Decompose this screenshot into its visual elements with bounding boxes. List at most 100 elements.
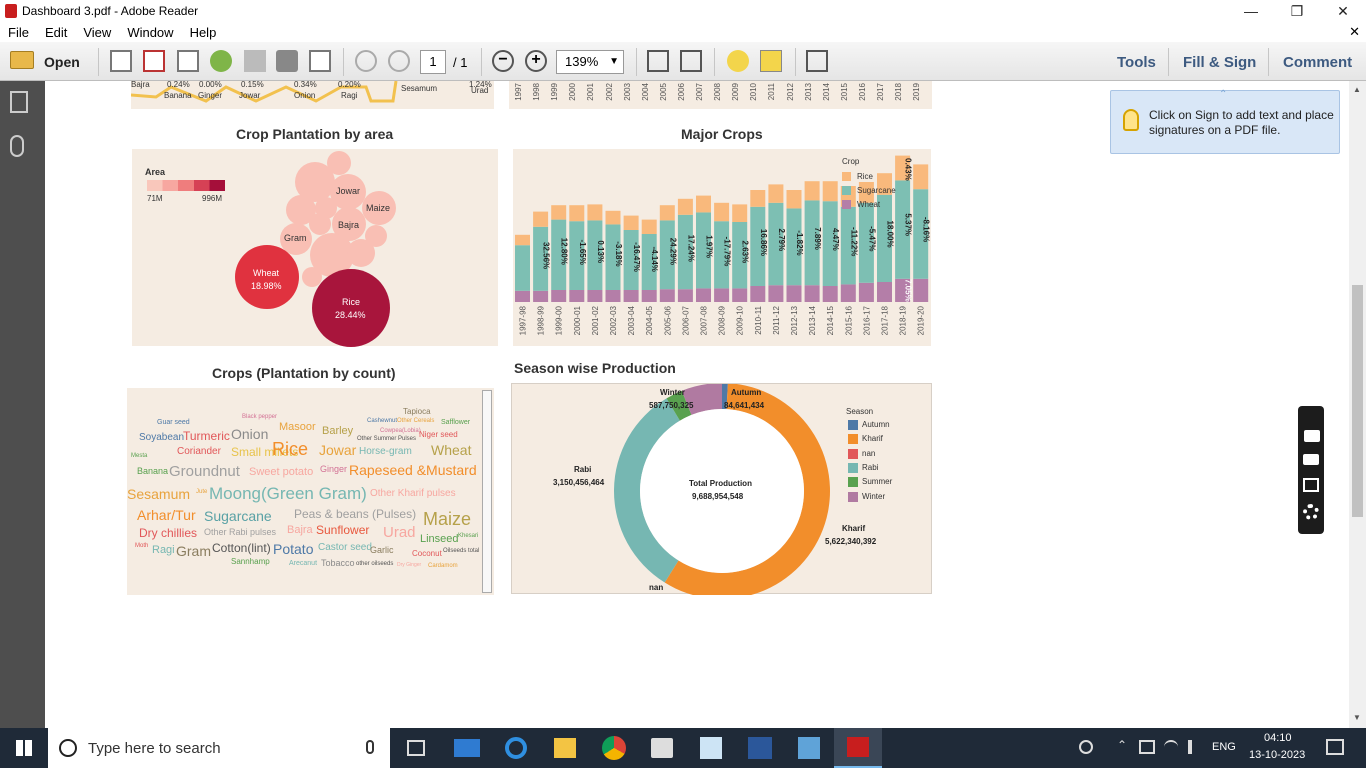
scroll-down-icon[interactable]: ▼ (1353, 713, 1361, 722)
wordcloud-word: Moth (135, 543, 149, 549)
snip-app-icon[interactable] (700, 737, 722, 759)
x-tick-label: 2002-03 (609, 305, 618, 335)
attachments-icon[interactable] (10, 135, 24, 157)
bar-rice-segment (696, 195, 711, 213)
chevron-up-icon[interactable]: ⌃ (1219, 89, 1227, 100)
full-screen-icon[interactable] (806, 50, 828, 72)
wordcloud-word: Sesamum (127, 486, 191, 502)
close-button[interactable]: ✕ (1320, 0, 1366, 22)
comment-bubble-icon[interactable] (727, 50, 749, 72)
export-pdf-icon[interactable] (143, 50, 165, 72)
adobe-reader-taskbar-button[interactable] (834, 728, 882, 768)
word-icon[interactable] (748, 737, 772, 759)
next-page-icon[interactable] (388, 50, 410, 72)
store-icon[interactable] (651, 738, 673, 758)
zoom-in-icon[interactable]: + (525, 50, 547, 72)
wordcloud-word: Safflower (441, 419, 471, 426)
bar-rice-segment (677, 198, 693, 215)
wordcloud-word: Other Summer Pulses (357, 436, 417, 442)
scrollbar-thumb[interactable] (1352, 285, 1363, 517)
bajra-label: Bajra (338, 220, 360, 230)
clock-date[interactable]: 13-10-2023 (1249, 749, 1305, 761)
minimize-button[interactable]: — (1228, 0, 1274, 22)
area-legend-title: Area (145, 167, 166, 177)
zoom-select[interactable]: 139% ▼ (556, 50, 624, 74)
print-icon[interactable] (276, 50, 298, 72)
bar-wheat-segment (786, 285, 802, 302)
scroll-up-icon[interactable]: ▲ (1353, 85, 1361, 94)
video-icon[interactable] (1303, 454, 1319, 465)
windows-start-icon[interactable] (16, 740, 32, 756)
tools-tab[interactable]: Tools (1117, 54, 1156, 71)
major-crops-panel: 1997-98 32.56% 1998-99 12.80% 1999-00 -1.65% 2… (513, 149, 931, 346)
people-icon[interactable] (1079, 740, 1093, 754)
window-capture-icon[interactable] (1303, 478, 1319, 492)
battery-icon[interactable] (1139, 740, 1155, 754)
chrome-icon[interactable] (602, 736, 626, 760)
open-button[interactable]: Open (44, 54, 80, 70)
clock-time[interactable]: 04:10 (1264, 732, 1292, 744)
app-icon[interactable] (798, 737, 820, 759)
wifi-icon[interactable] (1164, 740, 1178, 754)
task-view-icon[interactable] (407, 740, 425, 756)
upload-icon[interactable] (210, 50, 232, 72)
camera-icon[interactable] (1304, 430, 1320, 442)
wordcloud-scrollbar[interactable] (482, 390, 492, 593)
notifications-icon[interactable] (1326, 739, 1344, 755)
winter-label: Winter (660, 388, 685, 397)
year-tick-label: 2004 (640, 83, 650, 101)
open-folder-icon[interactable] (10, 51, 34, 69)
zoom-out-icon[interactable]: − (492, 50, 514, 72)
x-tick-label: 1998-99 (537, 305, 546, 335)
bar-wheat-segment (750, 286, 766, 302)
comment-tab[interactable]: Comment (1283, 54, 1352, 71)
email-icon[interactable] (309, 50, 331, 72)
restore-button[interactable]: ❐ (1274, 0, 1320, 22)
close-document-icon[interactable]: ✕ (1349, 24, 1360, 40)
taskbar-search-box[interactable]: Type here to search (48, 728, 390, 768)
previous-page-icon[interactable] (355, 50, 377, 72)
wordcloud-word: Sweet potato (249, 466, 314, 478)
language-indicator[interactable]: ENG (1212, 741, 1236, 753)
bar-wheat-segment (569, 290, 585, 302)
legend-swatch-sugarcane (842, 186, 851, 195)
microphone-icon[interactable] (366, 740, 374, 754)
menu-view[interactable]: View (75, 22, 119, 40)
mail-icon[interactable] (454, 739, 480, 757)
fill-sign-tab[interactable]: Fill & Sign (1183, 54, 1256, 71)
menu-window[interactable]: Window (119, 22, 181, 40)
menu-help[interactable]: Help (182, 22, 225, 40)
create-pdf-icon[interactable] (110, 50, 132, 72)
edit-pdf-icon[interactable] (177, 50, 199, 72)
bar-data-label: -5.47% (867, 226, 876, 251)
gear-icon[interactable] (1303, 504, 1319, 520)
show-hidden-icons[interactable]: ⌃ (1117, 738, 1127, 752)
bar-rice-segment (515, 234, 530, 246)
title-bar: Dashboard 3.pdf - Adobe Reader — ❐ ✕ (0, 0, 1366, 22)
edge-icon[interactable] (505, 737, 527, 759)
menu-edit[interactable]: Edit (37, 22, 75, 40)
bar-data-label: 7.89% (813, 227, 822, 250)
x-tick-label: 2012-13 (790, 305, 799, 335)
page-thumbnails-icon[interactable] (10, 91, 28, 113)
volume-icon[interactable] (1188, 740, 1202, 754)
save-icon[interactable] (244, 50, 266, 72)
wordcloud-word: Soyabean (139, 432, 185, 443)
strip-label: Ginger (198, 91, 223, 100)
highlight-icon[interactable] (760, 50, 782, 72)
menu-file[interactable]: File (0, 22, 37, 40)
rabi-value: 3,150,456,464 (553, 478, 605, 487)
year-tick-label: 2011 (767, 83, 777, 101)
bar-rice-segment (623, 215, 639, 230)
wordcloud-word: Mesta (131, 453, 148, 459)
wordcloud-word: Gram (176, 543, 211, 559)
maize-label: Maize (366, 203, 391, 213)
year-tick-label: 1999 (550, 83, 560, 101)
page-number-input[interactable]: 1 (420, 50, 446, 74)
vertical-scrollbar[interactable]: ▲ ▼ (1349, 81, 1366, 728)
year-tick-label: 2017 (876, 83, 885, 101)
file-explorer-icon[interactable] (554, 738, 576, 758)
fit-page-icon[interactable] (647, 50, 669, 72)
strip-label: Ragi (341, 91, 358, 100)
fit-width-icon[interactable] (680, 50, 702, 72)
